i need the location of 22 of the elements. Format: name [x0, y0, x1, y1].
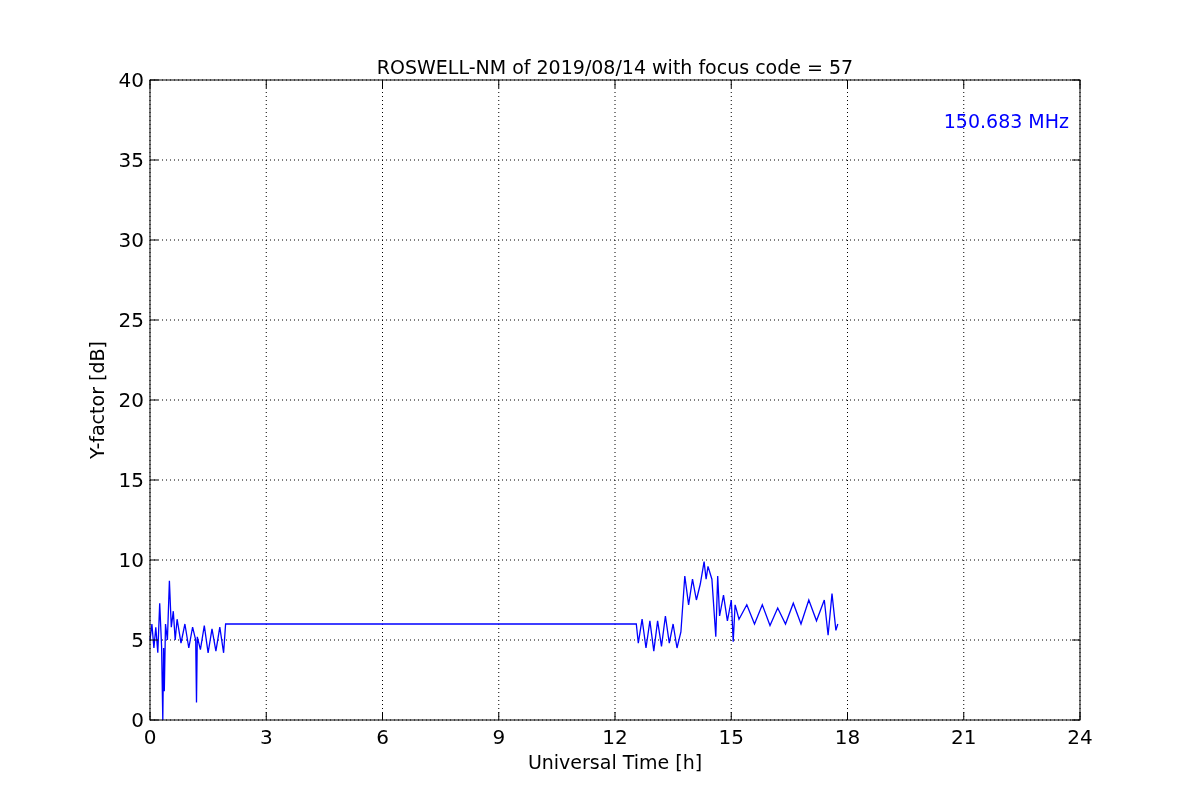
y-tick-label: 40	[118, 68, 144, 92]
x-tick-label: 0	[143, 725, 157, 749]
y-tick-label: 5	[131, 628, 144, 652]
y-tick-label: 10	[118, 548, 144, 572]
x-axis-label: Universal Time [h]	[527, 751, 703, 773]
x-tick-label: 12	[602, 725, 628, 749]
chart-title: ROSWELL-NM of 2019/08/14 with focus code = 57	[376, 56, 854, 78]
y-tick-label: 30	[118, 228, 144, 252]
x-tick-label: 15	[718, 725, 744, 749]
y-axis-label: Y-factor [dB]	[86, 341, 108, 459]
y-tick-label: 0	[131, 708, 144, 732]
x-tick-label: 18	[834, 725, 861, 749]
x-tick-label: 3	[259, 725, 273, 749]
frequency-label: 150.683 MHz	[943, 110, 1069, 132]
y-tick-label: 15	[118, 468, 144, 492]
y-tick-label: 35	[118, 148, 144, 172]
x-tick-label: 21	[951, 725, 977, 749]
y-tick-label: 20	[118, 388, 144, 412]
x-tick-label: 9	[492, 725, 506, 749]
y-tick-label: 25	[118, 308, 144, 332]
x-tick-label: 6	[376, 725, 389, 749]
x-tick-label: 24	[1067, 725, 1093, 749]
